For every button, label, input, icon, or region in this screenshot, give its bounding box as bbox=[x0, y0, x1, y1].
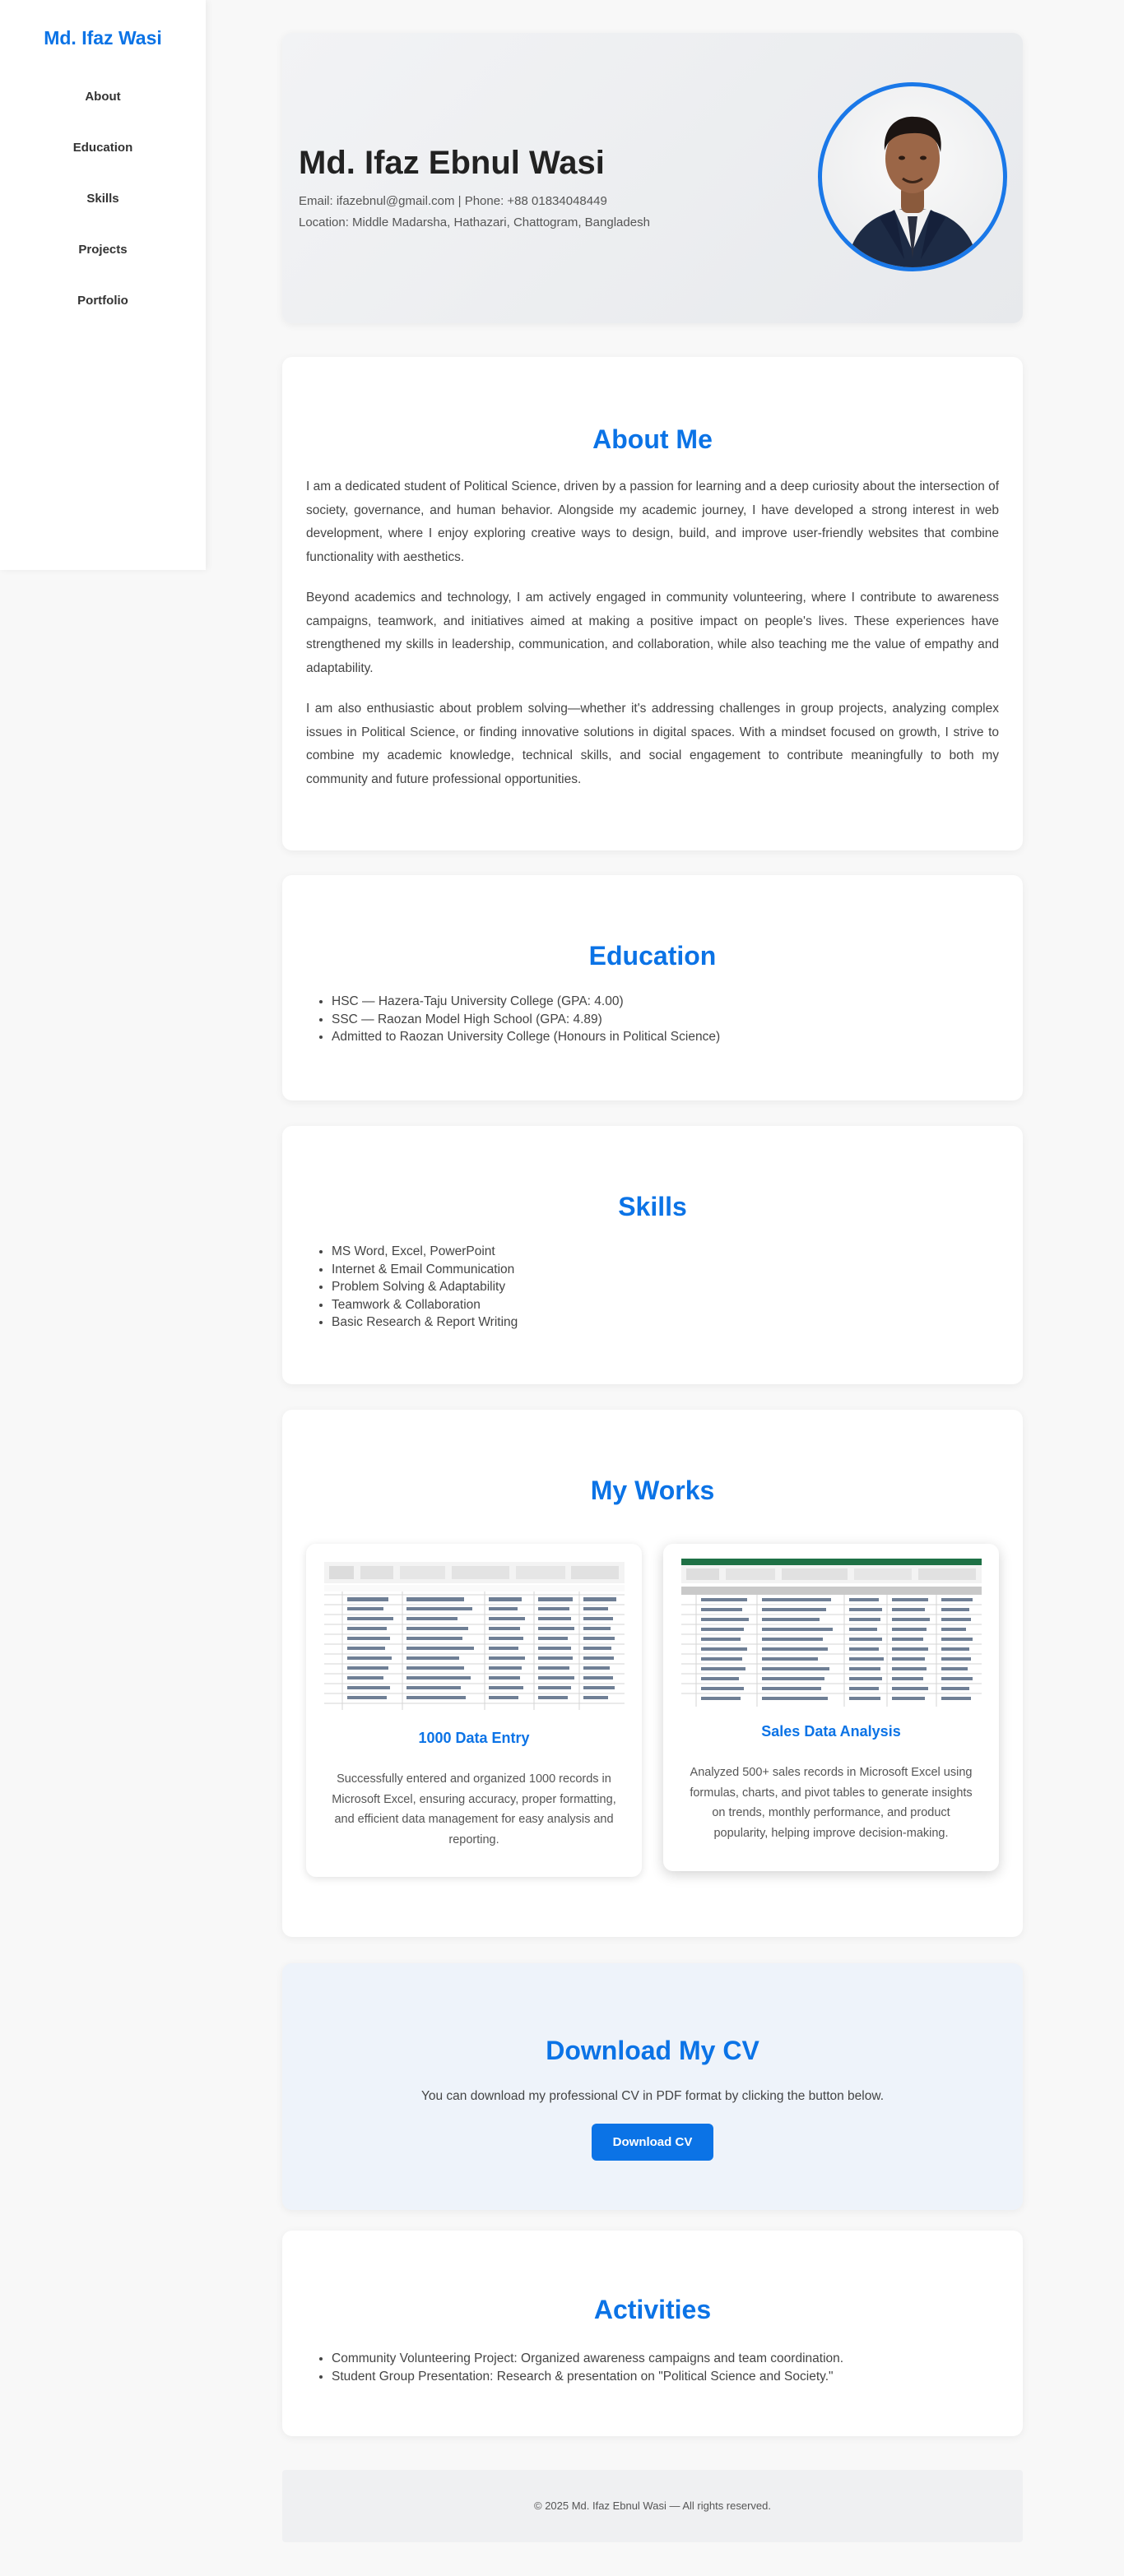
profile-photo-illustration bbox=[847, 116, 978, 267]
work-card-description: Analyzed 500+ sales records in Microsoft… bbox=[690, 1766, 973, 1840]
work-card-data-entry[interactable]: 1000 Data Entry Successfully entered and… bbox=[306, 1544, 642, 1877]
skills-list: MS Word, Excel, PowerPoint Internet & Em… bbox=[332, 1243, 518, 1332]
works-title: My Works bbox=[590, 1476, 715, 1505]
about-paragraph-3: I am also enthusiastic about problem sol… bbox=[306, 702, 999, 786]
footer: © 2025 Md. Ifaz Ebnul Wasi — All rights … bbox=[282, 2470, 1023, 2542]
cv-section: Download My CV You can download my profe… bbox=[282, 1963, 1023, 2210]
work-card-title: 1000 Data Entry bbox=[418, 1730, 530, 1746]
nav-link-about[interactable]: About bbox=[0, 86, 206, 137]
education-title: Education bbox=[588, 941, 717, 971]
skill-item: Basic Research & Report Writing bbox=[332, 1313, 518, 1332]
about-paragraph-1: I am a dedicated student of Political Sc… bbox=[306, 480, 999, 564]
cv-description: You can download my professional CV in P… bbox=[420, 2089, 885, 2103]
profile-photo bbox=[818, 82, 1007, 271]
skill-item: MS Word, Excel, PowerPoint bbox=[332, 1243, 518, 1261]
sidebar: Md. Ifaz Wasi About Education Skills Pro… bbox=[0, 0, 206, 570]
cv-title: Download My CV bbox=[546, 2036, 759, 2065]
skill-item: Internet & Email Communication bbox=[332, 1261, 518, 1279]
about-section: About Me I am a dedicated student of Pol… bbox=[282, 357, 1023, 850]
sidebar-nav: About Education Skills Projects Portfoli… bbox=[0, 86, 206, 341]
education-item: SSC — Raozan Model High School (GPA: 4.8… bbox=[332, 1011, 720, 1029]
skills-title: Skills bbox=[618, 1192, 687, 1221]
skill-item: Teamwork & Collaboration bbox=[332, 1296, 518, 1314]
nav-link-projects[interactable]: Projects bbox=[0, 239, 206, 290]
education-section: Education HSC — Hazera-Taju University C… bbox=[282, 875, 1023, 1100]
contact-info: Email: ifazebnul@gmail.com | Phone: +88 … bbox=[299, 194, 607, 208]
activity-item: Community Volunteering Project: Organize… bbox=[332, 2350, 843, 2368]
activities-list: Community Volunteering Project: Organize… bbox=[332, 2350, 843, 2385]
about-paragraph-2: Beyond academics and technology, I am ac… bbox=[306, 591, 999, 675]
spreadsheet-thumbnail bbox=[324, 1562, 625, 1710]
about-title: About Me bbox=[592, 424, 713, 454]
nav-link-skills[interactable]: Skills bbox=[0, 188, 206, 239]
sales-analysis-screenshot bbox=[681, 1559, 982, 1707]
work-card-description: Successfully entered and organized 1000 … bbox=[332, 1772, 616, 1846]
activity-item: Student Group Presentation: Research & p… bbox=[332, 2368, 843, 2386]
data-entry-screenshot bbox=[324, 1562, 625, 1710]
spreadsheet-thumbnail bbox=[681, 1559, 982, 1707]
hero-name: Md. Ifaz Ebnul Wasi bbox=[299, 145, 605, 181]
skills-section: Skills MS Word, Excel, PowerPoint Intern… bbox=[282, 1126, 1023, 1384]
activities-section: Activities Community Volunteering Projec… bbox=[282, 2231, 1023, 2436]
education-item: HSC — Hazera-Taju University College (GP… bbox=[332, 993, 720, 1011]
hero-section: Md. Ifaz Ebnul Wasi Email: ifazebnul@gma… bbox=[282, 33, 1023, 323]
download-cv-button[interactable]: Download CV bbox=[592, 2124, 713, 2161]
skill-item: Problem Solving & Adaptability bbox=[332, 1278, 518, 1296]
footer-text: © 2025 Md. Ifaz Ebnul Wasi — All rights … bbox=[534, 2500, 771, 2512]
education-list: HSC — Hazera-Taju University College (GP… bbox=[332, 993, 720, 1046]
activities-title: Activities bbox=[593, 2295, 712, 2324]
education-item: Admitted to Raozan University College (H… bbox=[332, 1028, 720, 1046]
work-card-title: Sales Data Analysis bbox=[761, 1723, 901, 1740]
location-info: Location: Middle Madarsha, Hathazari, Ch… bbox=[299, 215, 650, 229]
brand-name[interactable]: Md. Ifaz Wasi bbox=[0, 27, 206, 49]
work-card-sales-analysis[interactable]: Sales Data Analysis Analyzed 500+ sales … bbox=[663, 1544, 999, 1871]
works-section: My Works 1000 Data Entry Successfully en… bbox=[282, 1410, 1023, 1937]
nav-link-education[interactable]: Education bbox=[0, 137, 206, 188]
nav-link-portfolio[interactable]: Portfolio bbox=[0, 290, 206, 341]
